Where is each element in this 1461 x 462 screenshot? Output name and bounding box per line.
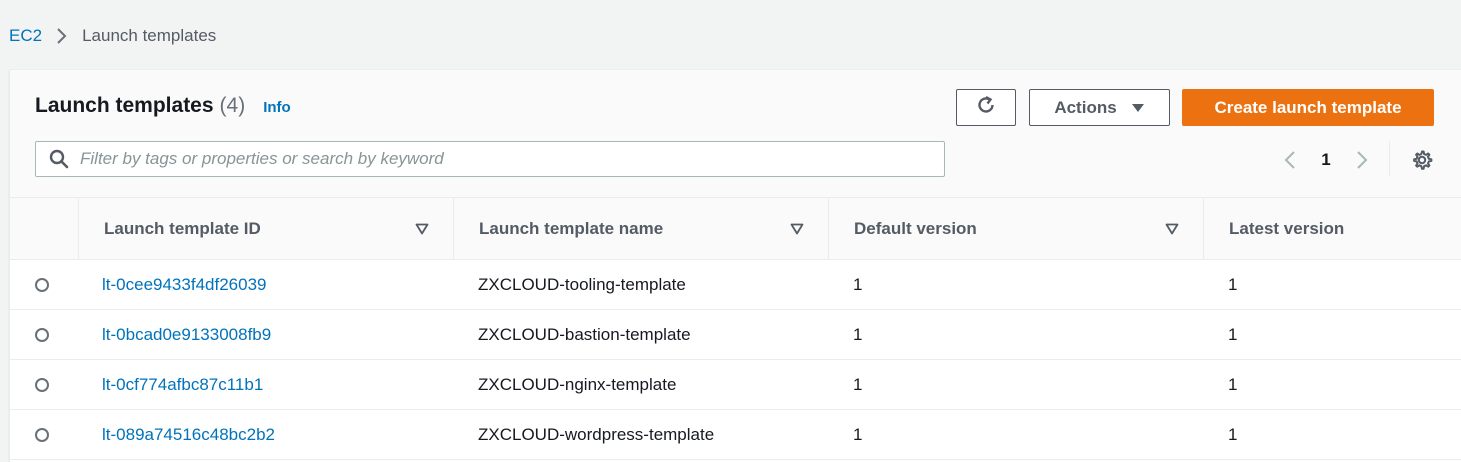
cell-launch-template-name: ZXCLOUD-tooling-template: [453, 259, 828, 310]
launch-template-id-link[interactable]: lt-0cee9433f4df26039: [102, 275, 266, 294]
cell-latest-version: 1: [1203, 409, 1461, 460]
column-label: Default version: [854, 218, 977, 238]
chevron-right-icon[interactable]: [1350, 148, 1374, 172]
table-row[interactable]: lt-0cee9433f4df26039 ZXCLOUD-tooling-tem…: [10, 259, 1461, 310]
table-header-row: Launch template ID Launch template name: [10, 198, 1461, 260]
table-row[interactable]: lt-0bcad0e9133008fb9 ZXCLOUD-bastion-tem…: [10, 309, 1461, 360]
pagination: 1: [1278, 146, 1374, 174]
refresh-button[interactable]: [956, 89, 1016, 126]
divider: [1389, 141, 1390, 177]
breadcrumb: EC2 Launch templates: [9, 26, 216, 46]
breadcrumb-current: Launch templates: [82, 26, 217, 45]
launch-template-id-link[interactable]: lt-0cf774afbc87c11b1: [102, 375, 263, 394]
info-link[interactable]: Info: [263, 99, 291, 116]
header-default-version[interactable]: Default version: [828, 198, 1203, 260]
chevron-left-icon[interactable]: [1278, 148, 1302, 172]
column-label: Launch template name: [479, 218, 664, 238]
breadcrumb-link-ec2[interactable]: EC2: [9, 26, 42, 46]
header-launch-template-name[interactable]: Launch template name: [453, 198, 828, 260]
cell-latest-version: 1: [1203, 259, 1461, 310]
page-number[interactable]: 1: [1302, 150, 1350, 170]
caret-down-icon: [1131, 98, 1145, 118]
page-title: Launch templates: [35, 94, 214, 117]
actions-dropdown-button[interactable]: Actions: [1029, 89, 1170, 126]
cell-launch-template-id: lt-089a74516c48bc2b2: [78, 409, 453, 460]
row-radio[interactable]: [35, 328, 49, 343]
column-label: Launch template ID: [104, 218, 261, 238]
refresh-icon: [975, 94, 997, 121]
search-input[interactable]: [78, 148, 932, 170]
cell-launch-template-id: lt-0cee9433f4df26039: [78, 259, 453, 310]
row-radio[interactable]: [35, 428, 49, 443]
create-launch-template-button[interactable]: Create launch template: [1182, 89, 1434, 126]
header-launch-template-id[interactable]: Launch template ID: [78, 198, 453, 260]
cell-launch-template-name: ZXCLOUD-wordpress-template: [453, 409, 828, 460]
cell-launch-template-name: ZXCLOUD-bastion-template: [453, 309, 828, 360]
cell-launch-template-id: lt-0bcad0e9133008fb9: [78, 309, 453, 360]
cell-launch-template-name: ZXCLOUD-nginx-template: [453, 359, 828, 410]
row-select-cell: [10, 409, 78, 460]
launch-template-id-link[interactable]: lt-089a74516c48bc2b2: [102, 425, 275, 444]
actions-label: Actions: [1054, 97, 1117, 117]
cell-default-version: 1: [828, 309, 1203, 360]
column-label: Latest version: [1229, 218, 1345, 238]
header-latest-version[interactable]: Latest version: [1203, 198, 1461, 260]
gear-icon[interactable]: [1410, 148, 1434, 172]
row-select-cell: [10, 309, 78, 360]
page-title-group: Launch templates (4) Info: [35, 94, 291, 118]
search-field[interactable]: [35, 141, 945, 177]
cell-default-version: 1: [828, 359, 1203, 410]
cell-launch-template-id: lt-0cf774afbc87c11b1: [78, 359, 453, 410]
cell-default-version: 1: [828, 409, 1203, 460]
launch-templates-panel: Launch templates (4) Info Actions Create…: [9, 69, 1461, 462]
cell-latest-version: 1: [1203, 309, 1461, 360]
row-radio[interactable]: [35, 278, 49, 293]
cell-default-version: 1: [828, 259, 1203, 310]
header-select: [10, 198, 78, 260]
launch-templates-table: Launch template ID Launch template name: [10, 198, 1461, 460]
table-row[interactable]: lt-0cf774afbc87c11b1 ZXCLOUD-nginx-templ…: [10, 359, 1461, 410]
sort-down-icon[interactable]: [415, 223, 429, 235]
launch-template-id-link[interactable]: lt-0bcad0e9133008fb9: [102, 325, 271, 344]
row-select-cell: [10, 359, 78, 410]
item-count: (4): [219, 94, 246, 117]
search-icon: [48, 148, 70, 170]
sort-down-icon[interactable]: [790, 223, 804, 235]
row-select-cell: [10, 259, 78, 310]
table-row[interactable]: lt-089a74516c48bc2b2 ZXCLOUD-wordpress-t…: [10, 409, 1461, 460]
sort-down-icon[interactable]: [1165, 223, 1179, 235]
cell-latest-version: 1: [1203, 359, 1461, 410]
row-radio[interactable]: [35, 378, 49, 393]
chevron-right-icon: [50, 27, 74, 45]
panel-header: Launch templates (4) Info Actions Create…: [10, 70, 1461, 198]
